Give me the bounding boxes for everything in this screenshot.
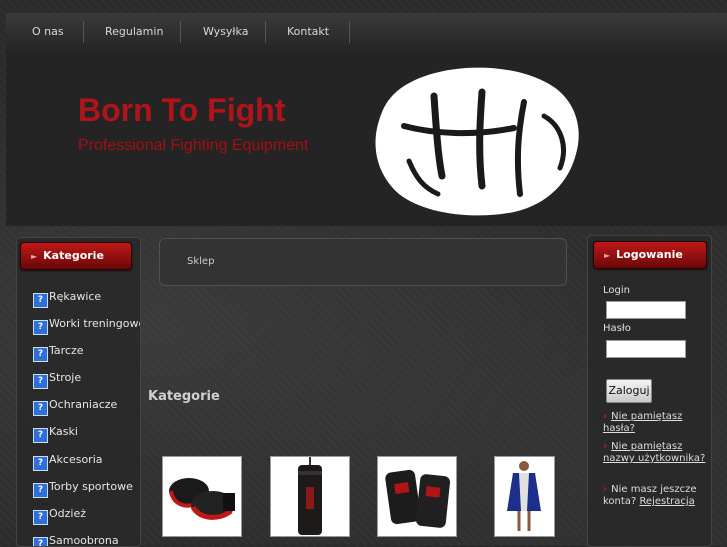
chevron-right-icon: › (603, 411, 608, 422)
category-kaski[interactable]: ? Kaski (33, 425, 78, 443)
boxer-robe-image (507, 461, 541, 531)
login-button[interactable]: Zaloguj (606, 379, 652, 403)
category-label: Akcesoria (49, 453, 103, 466)
nav-divider (349, 21, 350, 43)
chevron-right-icon: › (603, 484, 608, 495)
forgot-password-link[interactable]: Nie pamiętasz hasła? (603, 411, 682, 434)
nav-item-o-nas[interactable]: O nas (32, 13, 64, 50)
boxing-gloves-image (169, 478, 235, 520)
nav-divider (265, 21, 266, 43)
category-thumbnail-boxer-robe[interactable] (494, 456, 555, 537)
category-label: Kaski (49, 425, 78, 438)
help-icon: ? (33, 320, 48, 335)
help-icon: ? (33, 401, 48, 416)
breadcrumb: Sklep (159, 238, 567, 286)
category-thumbnail-pads[interactable] (377, 456, 457, 537)
categories-sidebar: ► Kategorie ? Rękawice ? Worki treningowe ?… (16, 237, 141, 547)
register-row: › Nie masz jeszcze konta? Rejestracja (603, 484, 707, 508)
header-banner: Born To Fight Professional Fighting Equi… (6, 50, 727, 226)
password-input[interactable] (606, 340, 686, 358)
category-label: Rękawice (49, 290, 102, 303)
login-header: ► Logowanie (593, 241, 707, 269)
categories-header: ► Kategorie (20, 242, 132, 270)
category-worki-treningowe[interactable]: ? Worki treningowe (33, 317, 141, 335)
help-icon: ? (33, 293, 48, 308)
login-sidebar: ► Logowanie Login Hasło Zaloguj › Nie pami… (587, 235, 712, 547)
top-nav: O nas Regulamin Wysyłka Kontakt (6, 13, 727, 51)
forgot-username-link[interactable]: Nie pamiętasz nazwy użytkownika? (603, 441, 705, 464)
page-title: Kategorie (148, 389, 220, 404)
site-subtitle: Professional Fighting Equipment (78, 137, 309, 154)
category-label: Torby sportowe (49, 480, 133, 493)
category-label: Stroje (49, 371, 82, 384)
category-akcesoria[interactable]: ? Akcesoria (33, 453, 103, 471)
password-label: Hasło (603, 323, 631, 334)
category-stroje[interactable]: ? Stroje (33, 371, 81, 389)
breadcrumb-item-sklep[interactable]: Sklep (187, 256, 214, 267)
category-torby-sportowe[interactable]: ? Torby sportowe (33, 480, 133, 498)
category-samoobrona[interactable]: ? Samoobrona (33, 534, 119, 547)
help-icon: ? (33, 428, 48, 443)
category-odziez[interactable]: ? Odzież (33, 507, 86, 525)
nav-item-wysylka[interactable]: Wysyłka (203, 13, 248, 50)
thai-pads-image (385, 469, 451, 528)
category-label: Tarcze (49, 344, 84, 357)
nav-item-regulamin[interactable]: Regulamin (105, 13, 163, 50)
login-header-label: Logowanie (616, 248, 683, 261)
help-icon: ? (33, 456, 48, 471)
category-thumbnail-gloves[interactable] (162, 456, 242, 537)
help-icon: ? (33, 347, 48, 362)
category-label: Odzież (49, 507, 87, 520)
site-title[interactable]: Born To Fight (78, 92, 285, 129)
category-thumbnail-heavy-bag[interactable] (270, 456, 350, 537)
help-icon: ? (33, 483, 48, 498)
chevron-right-icon: ► (604, 251, 611, 260)
forgot-username-row: › Nie pamiętasz nazwy użytkownika? (603, 441, 707, 465)
chevron-right-icon: › (603, 441, 608, 452)
category-label: Worki treningowe (49, 317, 141, 330)
register-link[interactable]: Rejestracja (639, 496, 694, 507)
category-tarcze[interactable]: ? Tarcze (33, 344, 84, 362)
punching-bag-image (298, 457, 322, 535)
login-label: Login (603, 285, 630, 296)
category-rekawice[interactable]: ? Rękawice (33, 290, 101, 308)
category-label: Ochraniacze (49, 398, 118, 411)
forgot-password-row: › Nie pamiętasz hasła? (603, 411, 707, 435)
help-icon: ? (33, 510, 48, 525)
nav-divider (83, 21, 84, 43)
chevron-right-icon: ► (31, 252, 38, 261)
nav-item-kontakt[interactable]: Kontakt (287, 13, 329, 50)
fist-logo-image (375, 67, 579, 216)
categories-header-label: Kategorie (43, 249, 104, 262)
category-ochraniacze[interactable]: ? Ochraniacze (33, 398, 117, 416)
help-icon: ? (33, 374, 48, 389)
login-input[interactable] (606, 301, 686, 319)
nav-divider (180, 21, 181, 43)
category-label: Samoobrona (49, 534, 119, 547)
help-icon: ? (33, 537, 48, 546)
